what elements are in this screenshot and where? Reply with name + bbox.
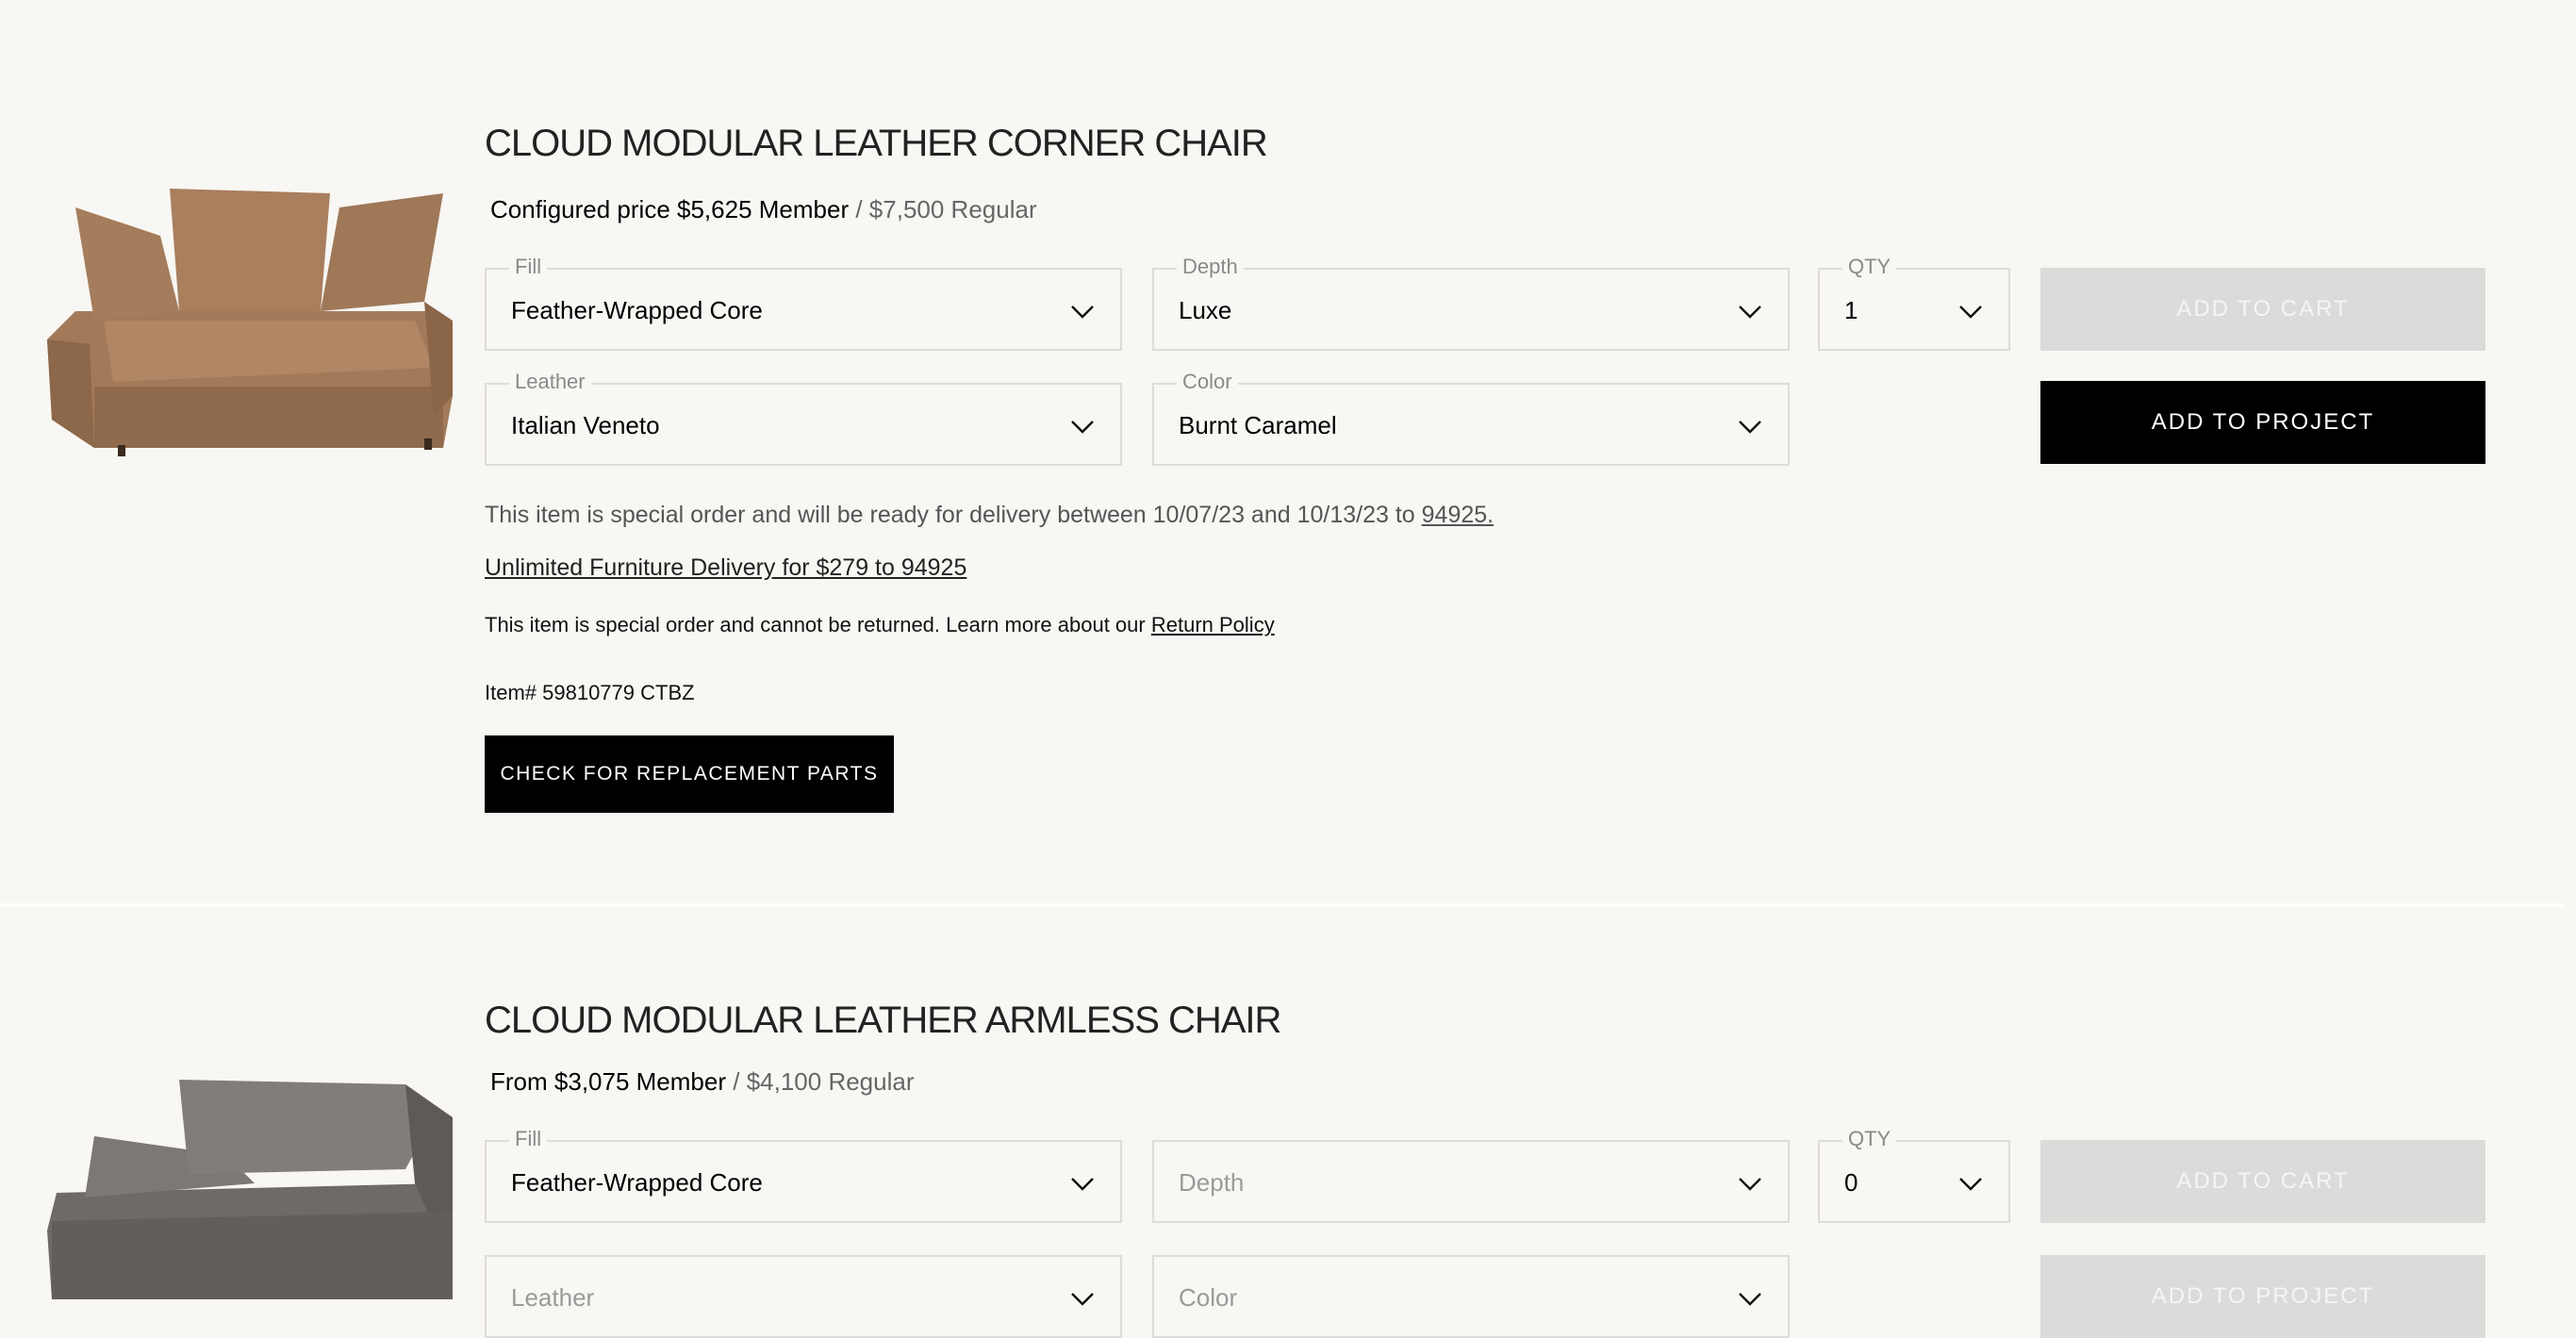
chevron-down-icon [1071, 306, 1094, 319]
leather-placeholder: Leather [511, 1283, 595, 1312]
return-policy-link[interactable]: Return Policy [1151, 613, 1275, 636]
color-select[interactable]: Color [1152, 1255, 1790, 1338]
replacement-parts-button[interactable]: CHECK FOR REPLACEMENT PARTS [485, 735, 894, 813]
qty-label: QTY [1842, 1127, 1897, 1151]
unlimited-delivery-link[interactable]: Unlimited Furniture Delivery for $279 to… [485, 554, 966, 582]
price-prefix: From [490, 1067, 548, 1096]
fill-select[interactable]: Fill Feather-Wrapped Core [485, 255, 1122, 351]
color-select[interactable]: Color Burnt Caramel [1152, 370, 1790, 466]
product-title: CLOUD MODULAR LEATHER CORNER CHAIR [485, 123, 1268, 164]
product-price: Configured price $5,625 Member / $7,500 … [490, 195, 1037, 224]
chevron-down-icon [1739, 1293, 1761, 1306]
return-text: This item is special order and cannot be… [485, 613, 1146, 636]
color-placeholder: Color [1179, 1283, 1238, 1312]
chevron-down-icon [1739, 421, 1761, 434]
member-price: $5,625 Member [677, 195, 850, 223]
depth-value: Luxe [1179, 296, 1232, 324]
add-to-project-button[interactable]: ADD TO PROJECT [2040, 381, 2485, 464]
fill-label: Fill [509, 1127, 548, 1151]
delivery-info: This item is special order and will be r… [485, 502, 1494, 529]
member-price: $3,075 Member [553, 1067, 727, 1096]
add-to-project-button[interactable]: ADD TO PROJECT [2040, 1255, 2485, 1338]
fill-value: Feather-Wrapped Core [511, 1168, 763, 1197]
add-to-cart-button[interactable]: ADD TO CART [2040, 268, 2485, 351]
depth-select[interactable]: Depth Luxe [1152, 255, 1790, 351]
leather-label: Leather [509, 370, 591, 394]
product-corner-chair: CLOUD MODULAR LEATHER CORNER CHAIR Confi… [0, 0, 2576, 905]
price-prefix: Configured price [490, 195, 670, 223]
depth-label: Depth [1177, 255, 1244, 279]
delivery-text: This item is special order and will be r… [485, 502, 1415, 528]
add-to-cart-button[interactable]: ADD TO CART [2040, 1140, 2485, 1223]
qty-select[interactable]: QTY 1 [1818, 255, 2010, 351]
product-armless-chair: CLOUD MODULAR LEATHER ARMLESS CHAIR From… [0, 905, 2576, 1338]
return-info: This item is special order and cannot be… [485, 613, 1275, 637]
fill-label: Fill [509, 255, 548, 279]
leather-value: Italian Veneto [511, 411, 660, 439]
regular-price: / $7,500 Regular [855, 195, 1037, 223]
chevron-down-icon [1959, 306, 1982, 319]
chevron-down-icon [1739, 1178, 1761, 1191]
product-price: From $3,075 Member / $4,100 Regular [490, 1067, 915, 1097]
chevron-down-icon [1959, 1178, 1982, 1191]
depth-select[interactable]: Depth [1152, 1140, 1790, 1223]
product-title: CLOUD MODULAR LEATHER ARMLESS CHAIR [485, 999, 1281, 1041]
depth-placeholder: Depth [1179, 1168, 1245, 1197]
chevron-down-icon [1739, 306, 1761, 319]
chevron-down-icon [1071, 1178, 1094, 1191]
armless-chair-image[interactable] [38, 1080, 462, 1299]
delivery-zip-link[interactable]: 94925. [1422, 502, 1494, 528]
chevron-down-icon [1071, 1293, 1094, 1306]
color-value: Burnt Caramel [1179, 411, 1337, 439]
leather-select[interactable]: Leather Italian Veneto [485, 370, 1122, 466]
qty-value: 1 [1844, 296, 1858, 324]
fill-select[interactable]: Fill Feather-Wrapped Core [485, 1127, 1122, 1223]
qty-value: 0 [1844, 1168, 1858, 1197]
regular-price: / $4,100 Regular [733, 1067, 915, 1096]
corner-chair-image[interactable] [38, 179, 462, 462]
fill-value: Feather-Wrapped Core [511, 296, 763, 324]
item-number: Item# 59810779 CTBZ [485, 681, 695, 704]
color-label: Color [1177, 370, 1238, 394]
leather-select[interactable]: Leather [485, 1255, 1122, 1338]
qty-label: QTY [1842, 255, 1897, 279]
qty-select[interactable]: QTY 0 [1818, 1127, 2010, 1223]
chevron-down-icon [1071, 421, 1094, 434]
